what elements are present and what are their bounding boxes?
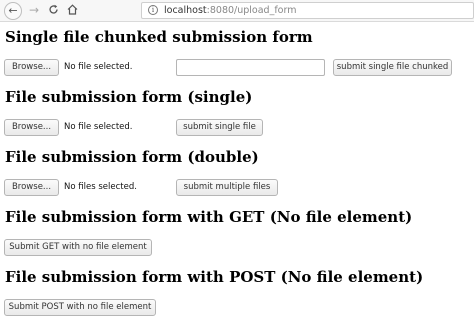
url-bar[interactable]: i localhost:8080/upload_form bbox=[141, 2, 474, 19]
heading-get: File submission form with GET (No file e… bbox=[5, 208, 413, 226]
heading-chunked: Single file chunked submission form bbox=[5, 28, 313, 46]
submit-single-file-chunked-button[interactable]: submit single file chunked bbox=[333, 59, 452, 76]
info-icon[interactable]: i bbox=[148, 5, 158, 15]
reload-icon[interactable] bbox=[45, 2, 61, 18]
heading-double: File submission form (double) bbox=[5, 148, 259, 166]
browser-toolbar: ← → i localhost:8080/upload_form bbox=[0, 0, 474, 22]
url-text: localhost:8080/upload_form bbox=[164, 3, 297, 18]
browse-button-double[interactable]: Browse... bbox=[4, 179, 59, 196]
home-icon[interactable] bbox=[64, 2, 80, 18]
browse-button-single[interactable]: Browse... bbox=[4, 119, 59, 136]
submit-post-button[interactable]: Submit POST with no file element bbox=[4, 299, 156, 316]
url-host: localhost bbox=[164, 5, 207, 16]
submit-multiple-files-button[interactable]: submit multiple files bbox=[176, 179, 278, 196]
back-arrow-icon[interactable]: ← bbox=[4, 2, 22, 20]
file-status-chunked: No file selected. bbox=[64, 62, 133, 72]
heading-single: File submission form (single) bbox=[5, 88, 253, 106]
browse-button-chunked[interactable]: Browse... bbox=[4, 59, 59, 76]
text-input-chunked[interactable] bbox=[176, 59, 325, 76]
file-status-single: No file selected. bbox=[64, 122, 133, 132]
file-status-double: No files selected. bbox=[64, 182, 137, 192]
submit-single-file-button[interactable]: submit single file bbox=[176, 119, 263, 136]
url-path: :8080/upload_form bbox=[206, 5, 297, 16]
submit-get-button[interactable]: Submit GET with no file element bbox=[4, 239, 152, 256]
heading-post: File submission form with POST (No file … bbox=[5, 268, 424, 286]
forward-arrow-icon[interactable]: → bbox=[26, 2, 42, 18]
